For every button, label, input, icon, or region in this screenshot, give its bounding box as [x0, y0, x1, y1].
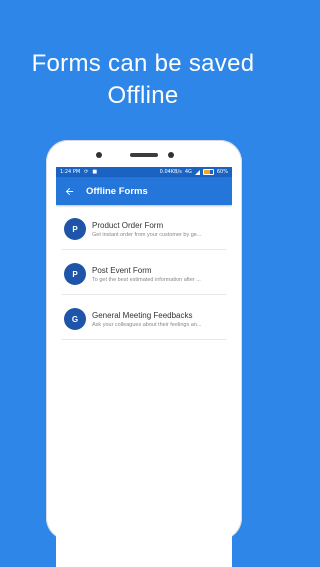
status-bar: 1:24 PM ⟳ ■ 0.04KB/s 4G 60% — [56, 167, 232, 177]
phone-screen: 1:24 PM ⟳ ■ 0.04KB/s 4G 60% Offline Form… — [56, 167, 232, 567]
arrow-back-icon[interactable] — [62, 184, 76, 198]
front-camera-icon — [168, 152, 174, 158]
list-item-subtitle: Ask your colleagues about their feelings… — [92, 321, 202, 328]
headline-line-2: Offline — [107, 82, 179, 109]
list-item[interactable]: G General Meeting Feedbacks Ask your col… — [62, 301, 226, 340]
signal-icon — [194, 169, 200, 175]
list-item-title: General Meeting Feedbacks — [92, 310, 193, 320]
front-sensor-icon — [96, 152, 102, 158]
network-speed: 0.04KB/s — [159, 169, 182, 175]
app-bar: Offline Forms — [56, 177, 232, 205]
forms-list: P Product Order Form Get instant order f… — [56, 211, 232, 340]
headline: Forms can be saved Offline — [0, 48, 286, 112]
battery-icon — [202, 169, 214, 175]
headline-line-1: Forms can be saved — [31, 50, 255, 77]
status-time: 1:24 PM — [60, 169, 81, 175]
list-item-subtitle: Get instant order from your customer by … — [92, 231, 202, 238]
earpiece-speaker — [130, 153, 158, 157]
message-icon: ■ — [92, 169, 98, 175]
avatar: G — [64, 308, 86, 330]
avatar: P — [64, 263, 86, 285]
sync-icon: ⟳ — [84, 169, 89, 175]
list-item[interactable]: P Post Event Form To get the best estima… — [62, 256, 226, 295]
list-item-subtitle: To get the best estimated information af… — [92, 276, 201, 283]
list-item[interactable]: P Product Order Form Get instant order f… — [62, 211, 226, 250]
network-type: 4G — [184, 169, 192, 175]
page-title: Offline Forms — [86, 185, 148, 197]
list-item-title: Product Order Form — [92, 220, 164, 230]
avatar: P — [64, 218, 86, 240]
list-item-title: Post Event Form — [92, 265, 152, 275]
battery-percent: 60% — [216, 169, 228, 175]
phone-frame: 1:24 PM ⟳ ■ 0.04KB/s 4G 60% Offline Form… — [46, 140, 242, 567]
